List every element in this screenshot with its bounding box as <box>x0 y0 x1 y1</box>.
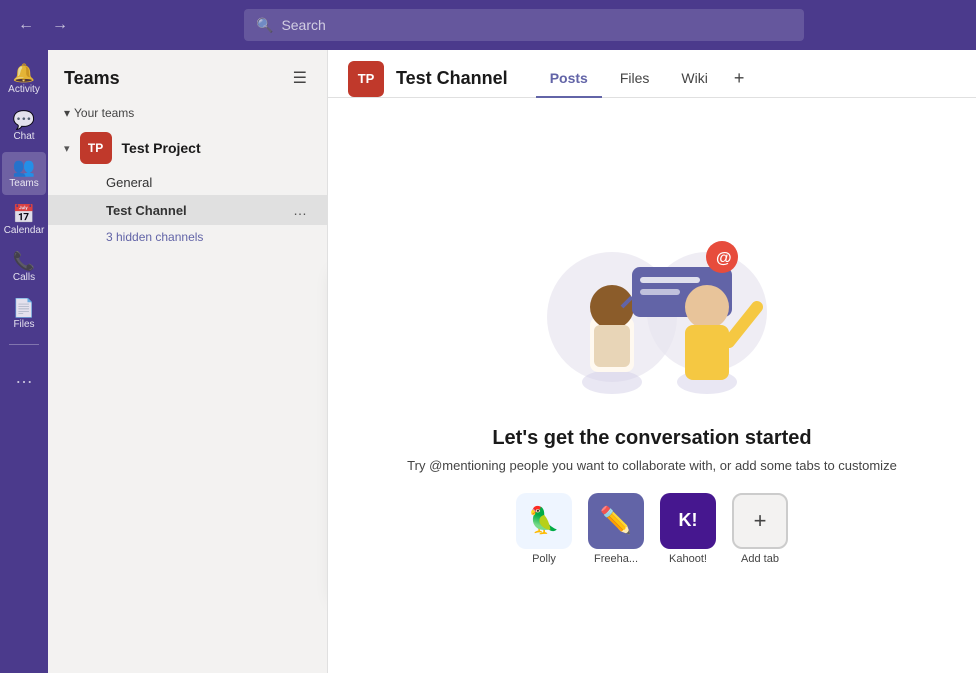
hidden-channels-link[interactable]: 3 hidden channels <box>48 225 327 249</box>
sidebar-item-chat[interactable]: 💬 Chat <box>2 105 46 148</box>
your-teams-label: ▾ Your teams <box>48 102 327 126</box>
conversation-text: Let's get the conversation started Try @… <box>407 427 897 473</box>
channel-header-name: Test Channel <box>396 68 508 89</box>
sidebar-item-files-label: Files <box>13 319 34 330</box>
app-icons-row: 🦜 Polly ✏️ Freeha... K! Kahoot! <box>516 493 788 565</box>
channel-more-button[interactable]: … <box>289 200 311 220</box>
teams-header: Teams ☰ <box>48 50 327 102</box>
kahoot-icon-text: K! <box>679 510 698 531</box>
channel-header-avatar: TP <box>348 61 384 97</box>
teams-icon: 👥 <box>13 158 35 176</box>
sidebar-item-calls-label: Calls <box>13 272 35 283</box>
polly-label: Polly <box>532 553 556 565</box>
search-input[interactable] <box>281 17 792 33</box>
app-icon-kahoot[interactable]: K! Kahoot! <box>660 493 716 565</box>
kahoot-label: Kahoot! <box>669 553 707 565</box>
sidebar-item-calendar-label: Calendar <box>4 225 45 236</box>
tab-files[interactable]: Files <box>606 60 664 98</box>
calls-icon: 📞 <box>13 252 35 270</box>
sidebar-item-activity-label: Activity <box>8 84 40 95</box>
svg-text:@: @ <box>716 250 732 267</box>
add-tab-icon-box: + <box>732 493 788 549</box>
sidebar-item-files[interactable]: 📄 Files <box>2 293 46 336</box>
channel-tabs: Posts Files Wiki + <box>536 60 753 97</box>
team-item-test-project[interactable]: ▾ TP Test Project … <box>48 126 327 170</box>
app-icon-polly[interactable]: 🦜 Polly <box>516 493 572 565</box>
search-icon: 🔍 <box>256 17 273 34</box>
conversation-subtitle: Try @mentioning people you want to colla… <box>407 458 897 473</box>
team-avatar: TP <box>80 132 112 164</box>
channel-body: @ Let's get the conversation started Try… <box>328 98 976 673</box>
channel-list: General Test Channel … 3 hidden channels <box>48 170 327 249</box>
team-name: Test Project <box>122 140 277 156</box>
top-bar: ← → 🔍 <box>0 0 976 50</box>
add-tab-button[interactable]: + <box>726 60 753 97</box>
main-layout: 🔔 Activity 💬 Chat 👥 Teams 📅 Calendar 📞 C… <box>0 50 976 673</box>
channel-name-general: General <box>106 175 311 190</box>
sidebar-item-activity[interactable]: 🔔 Activity <box>2 58 46 101</box>
team-chevron-icon: ▾ <box>64 142 70 155</box>
freehand-label: Freeha... <box>594 553 638 565</box>
icon-sidebar: 🔔 Activity 💬 Chat 👥 Teams 📅 Calendar 📞 C… <box>0 50 48 673</box>
tab-posts[interactable]: Posts <box>536 60 602 98</box>
teams-filter-button[interactable]: ☰ <box>289 64 311 92</box>
nav-arrows: ← → <box>12 12 74 38</box>
sidebar-item-calls[interactable]: 📞 Calls <box>2 246 46 289</box>
sidebar-more-button[interactable]: … <box>9 361 39 394</box>
teams-panel: Teams ☰ ▾ Your teams ▾ TP Test Project …… <box>48 50 328 673</box>
forward-button[interactable]: → <box>46 12 74 38</box>
calendar-icon: 📅 <box>13 205 35 223</box>
tab-wiki[interactable]: Wiki <box>667 60 721 98</box>
files-icon: 📄 <box>13 299 35 317</box>
sidebar-divider <box>9 344 39 345</box>
channel-name-test-channel: Test Channel <box>106 203 281 218</box>
illustration: @ <box>522 207 782 407</box>
add-tab-label: Add tab <box>741 553 779 565</box>
activity-icon: 🔔 <box>13 64 35 82</box>
channel-header: TP Test Channel Posts Files Wiki + <box>328 50 976 98</box>
back-button[interactable]: ← <box>12 12 40 38</box>
chevron-down-icon: ▾ <box>64 106 70 120</box>
teams-panel-title: Teams <box>64 68 120 89</box>
kahoot-icon-box: K! <box>660 493 716 549</box>
app-icon-add-tab[interactable]: + Add tab <box>732 493 788 565</box>
channel-item-general[interactable]: General <box>48 170 327 195</box>
app-icon-freehand[interactable]: ✏️ Freeha... <box>588 493 644 565</box>
sidebar-item-teams-label: Teams <box>9 178 38 189</box>
sidebar-item-teams[interactable]: 👥 Teams <box>2 152 46 195</box>
polly-icon-box: 🦜 <box>516 493 572 549</box>
chat-icon: 💬 <box>13 111 35 129</box>
add-tab-plus-icon: + <box>754 508 767 534</box>
sidebar-item-chat-label: Chat <box>13 131 34 142</box>
freehand-icon-box: ✏️ <box>588 493 644 549</box>
search-bar: 🔍 <box>244 9 804 41</box>
main-content: TP Test Channel Posts Files Wiki + <box>328 50 976 673</box>
sidebar-item-calendar[interactable]: 📅 Calendar <box>2 199 46 242</box>
teams-list: ▾ Your teams ▾ TP Test Project … General… <box>48 102 327 673</box>
channel-item-test-channel[interactable]: Test Channel … <box>48 195 327 225</box>
conversation-title: Let's get the conversation started <box>407 427 897 450</box>
hidden-channels-label: 3 hidden channels <box>106 230 203 244</box>
